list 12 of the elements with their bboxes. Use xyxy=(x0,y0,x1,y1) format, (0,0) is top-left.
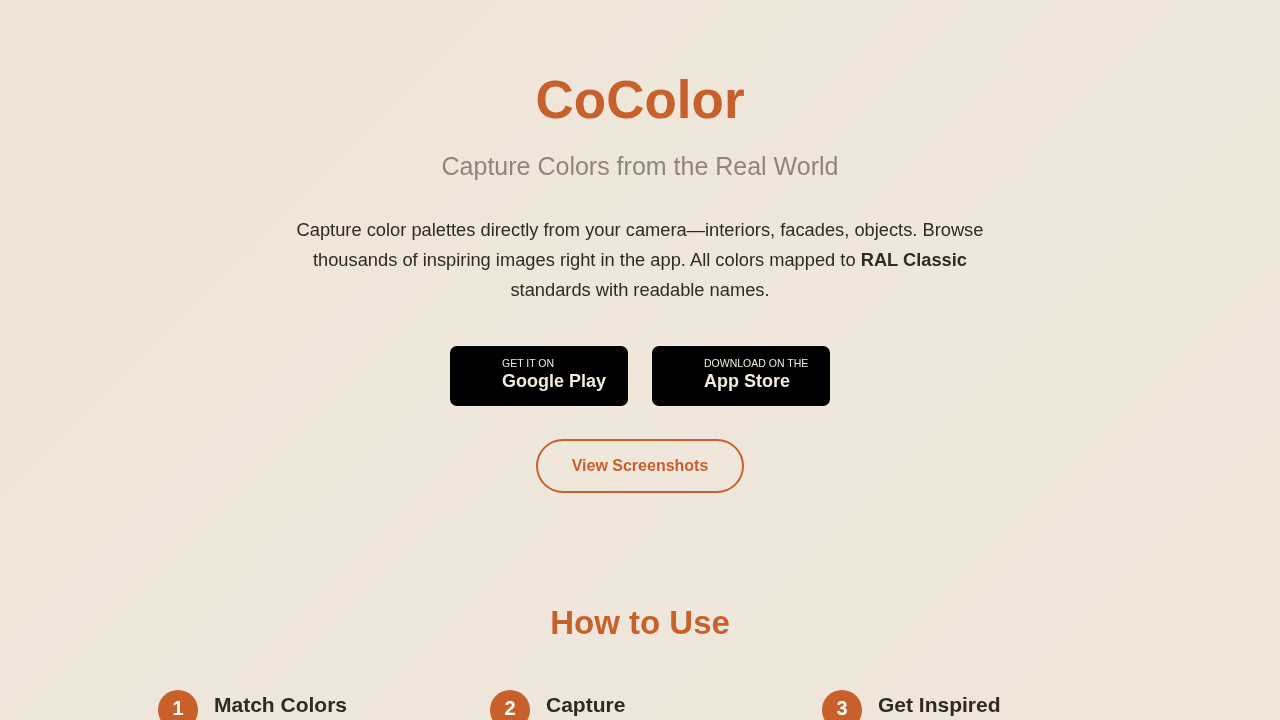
step-title: Capture xyxy=(546,692,626,718)
section-heading: How to Use xyxy=(550,603,730,643)
store-download-button[interactable]: GET IT ON Google Play xyxy=(450,346,628,406)
step-number: 1 xyxy=(158,690,198,720)
step-number: 3 xyxy=(822,690,862,720)
description-paragraph: Capture color palettes directly from your camera—interiors, facades, objects. Browse thousands of inspiring images right in the app. All colors mapped to RAL Classic standards with readable names. xyxy=(295,218,985,302)
app-title: CoColor xyxy=(535,69,745,131)
store-download-button[interactable]: DOWNLOAD ON THE App Store xyxy=(652,346,830,406)
step-title: Get Inspired xyxy=(878,692,1001,718)
step-title: Match Colors xyxy=(214,692,347,718)
tagline: Capture Colors from the Real World xyxy=(441,151,839,181)
step-number: 2 xyxy=(490,690,530,720)
